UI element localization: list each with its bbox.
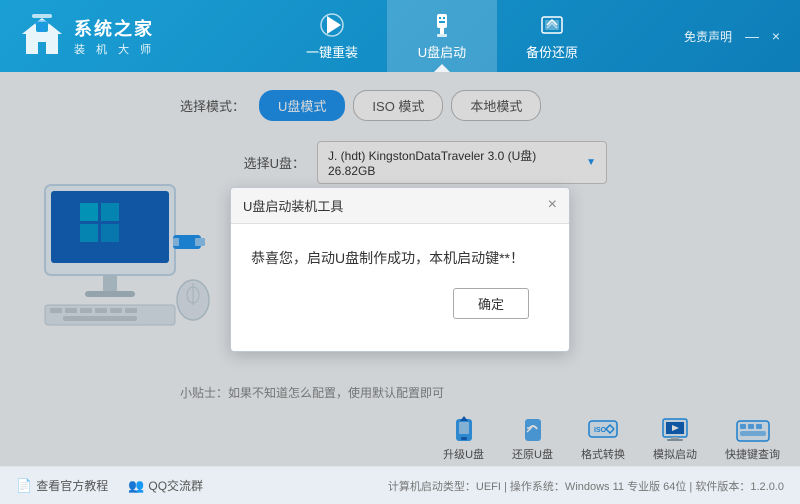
logo-text: 系统之家 装 机 大 师 <box>74 15 155 57</box>
reinstall-icon <box>319 12 345 38</box>
tutorial-link[interactable]: 📄 查看官方教程 <box>16 477 108 494</box>
dialog-title: U盘启动装机工具 <box>243 196 343 215</box>
main-content: 选择模式： U盘模式 ISO 模式 本地模式 <box>0 72 800 466</box>
footer-info: 计算机启动类型：UEFI | 操作系统：Windows 11 专业版 64位 |… <box>388 478 784 494</box>
tab-backup-label: 备份还原 <box>526 42 578 61</box>
logo-subtitle: 装 机 大 师 <box>74 41 155 57</box>
tutorial-label: 查看官方教程 <box>36 477 108 494</box>
tab-backup[interactable]: 备份还原 <box>497 0 607 72</box>
footer-left: 📄 查看官方教程 👥 QQ交流群 <box>16 477 203 494</box>
logo-title: 系统之家 <box>74 15 155 41</box>
tab-usb-label: U盘启动 <box>418 42 466 61</box>
header: 系统之家 装 机 大 师 一键重装 U盘启动 <box>0 0 800 72</box>
backup-icon <box>539 12 565 38</box>
usb-icon <box>429 12 455 38</box>
dialog-overlay: U盘启动装机工具 × 恭喜您，启动U盘制作成功，本机启动键**！ 确定 <box>0 72 800 466</box>
dialog-header: U盘启动装机工具 × <box>231 188 569 224</box>
header-right: 免责声明 — × <box>684 28 800 45</box>
tab-usb[interactable]: U盘启动 <box>387 0 497 72</box>
tab-reinstall-label: 一键重装 <box>306 42 358 61</box>
disclaimer-btn[interactable]: 免责声明 <box>684 28 732 45</box>
dialog-body: 恭喜您，启动U盘制作成功，本机启动键**！ 确定 <box>231 224 569 351</box>
qq-group-link[interactable]: 👥 QQ交流群 <box>128 477 203 494</box>
logo-icon <box>18 12 66 60</box>
logo-area: 系统之家 装 机 大 师 <box>0 12 200 60</box>
nav-tabs: 一键重装 U盘启动 备份还原 <box>200 0 684 72</box>
tab-reinstall[interactable]: 一键重装 <box>277 0 387 72</box>
dialog-ok-btn[interactable]: 确定 <box>453 288 529 319</box>
dialog-footer: 确定 <box>251 288 549 335</box>
dialog: U盘启动装机工具 × 恭喜您，启动U盘制作成功，本机启动键**！ 确定 <box>230 187 570 352</box>
person-icon: 👥 <box>128 478 144 494</box>
close-btn[interactable]: × <box>768 28 784 44</box>
dialog-message: 恭喜您，启动U盘制作成功，本机启动键**！ <box>251 248 549 268</box>
window-controls: — × <box>744 28 784 44</box>
footer: 📄 查看官方教程 👥 QQ交流群 计算机启动类型：UEFI | 操作系统：Win… <box>0 466 800 504</box>
qq-label: QQ交流群 <box>148 477 203 494</box>
doc-icon: 📄 <box>16 478 32 494</box>
minimize-btn[interactable]: — <box>744 28 760 44</box>
dialog-close-btn[interactable]: × <box>548 196 557 214</box>
